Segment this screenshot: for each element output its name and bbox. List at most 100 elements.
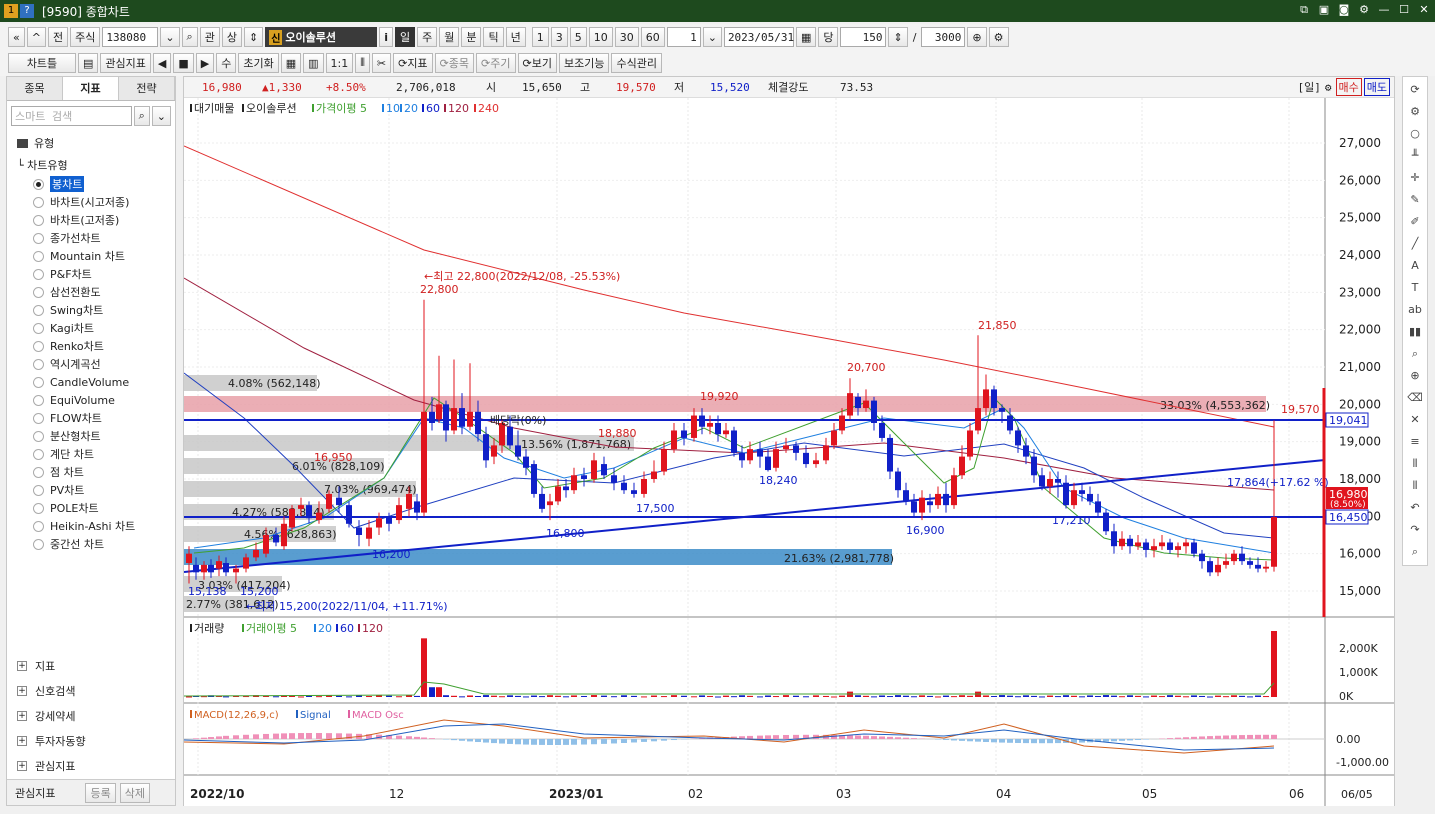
delete-icon[interactable]: ✕ (1407, 411, 1423, 429)
link-icon[interactable]: ⧉ (1297, 3, 1311, 17)
interval-60[interactable]: 60 (640, 27, 665, 47)
undo-icon[interactable]: ↶ (1407, 499, 1423, 517)
first-button[interactable]: « (8, 27, 25, 47)
save-icon[interactable]: ▣ (1317, 3, 1331, 17)
gear-icon[interactable]: ⚙ (988, 27, 1009, 47)
prev-stock-button[interactable]: 전 (47, 27, 69, 47)
chart-type-item[interactable]: PV차트 (7, 481, 175, 499)
group-strength[interactable]: + 강세약세 (7, 703, 175, 728)
save-chart-icon[interactable]: ▤ (78, 53, 99, 73)
delete-button[interactable]: 삭제 (119, 782, 150, 803)
group-interest[interactable]: + 관심지표 (7, 753, 175, 778)
market-button[interactable]: 주식 (70, 27, 101, 47)
chart-type-item[interactable]: 역시계곡선 (7, 355, 175, 373)
close-icon[interactable]: ✕ (1417, 3, 1431, 17)
type-header[interactable]: 유형 (7, 131, 175, 155)
play-prev-icon[interactable]: ◀ (152, 53, 172, 73)
expand-icon[interactable]: ⌄ (151, 106, 171, 126)
pen-icon[interactable]: ✐ (1407, 213, 1423, 231)
period-tick[interactable]: 틱 (483, 27, 504, 47)
group-signal[interactable]: + 신호검색 (7, 678, 175, 703)
pencil-icon[interactable]: ✎ (1407, 191, 1423, 209)
aux-function-button[interactable]: 보조기능 (558, 53, 610, 73)
chart-type-item[interactable]: 분산형차트 (7, 427, 175, 445)
search-icon[interactable]: ⌕ (181, 27, 198, 47)
chart-icon[interactable]: ╨ (1407, 147, 1423, 165)
vbars-icon[interactable]: ⦀ (1407, 455, 1423, 473)
count-spin-icon[interactable]: ⇕ (888, 27, 908, 47)
interval-input[interactable]: 1 (666, 27, 701, 47)
search-icon[interactable]: ⌕ (133, 106, 150, 126)
chart-type-item[interactable]: CandleVolume (7, 373, 175, 391)
interval-3[interactable]: 3 (550, 27, 568, 47)
count-input[interactable]: 150 (840, 27, 887, 47)
period-minute[interactable]: 분 (461, 27, 482, 47)
period-button[interactable]: ⟳ 주기 (476, 53, 516, 73)
chart-type-item[interactable]: FLOW차트 (7, 409, 175, 427)
zoom-in-icon[interactable]: ⊕ (1407, 367, 1423, 385)
chart-type-item[interactable]: 계단 차트 (7, 445, 175, 463)
chart-type-item[interactable]: 점 차트 (7, 463, 175, 481)
register-button[interactable]: 등록 (85, 782, 116, 803)
stock-name-box[interactable]: 신 오이솔루션 (265, 27, 378, 47)
interval-5[interactable]: 5 (569, 27, 587, 47)
sell-button[interactable]: 매도 (1363, 78, 1390, 96)
group-indicator[interactable]: + 지표 (7, 653, 175, 678)
prev-button[interactable]: ^ (26, 27, 46, 47)
code-dropdown-icon[interactable]: ⌄ (160, 27, 180, 47)
chart-type-header[interactable]: └ 차트유형 (7, 155, 175, 175)
interval-30[interactable]: 30 (614, 27, 639, 47)
buy-button[interactable]: 매수 (1335, 78, 1362, 96)
settings-icon[interactable]: ⚙ (1357, 3, 1371, 17)
capture-icon[interactable]: ◙ (1337, 3, 1351, 17)
chart-type-item[interactable]: POLE차트 (7, 499, 175, 517)
auto-icon[interactable]: A (1407, 257, 1423, 275)
maximize-icon[interactable]: ☐ (1397, 3, 1411, 17)
chart-area[interactable]: 16,980 ▲1,330 +8.50% 2,706,018 시 15,650 … (183, 76, 1395, 806)
tab-stock[interactable]: 종목 (7, 77, 63, 100)
group-investor[interactable]: + 투자자동향 (7, 728, 175, 753)
chart-settings-icon[interactable]: ⚙ (1325, 81, 1332, 94)
gear-icon[interactable]: ⚙ (1407, 103, 1423, 121)
related-button[interactable]: 관 (199, 27, 220, 47)
grid-icon[interactable]: ▦ (280, 53, 302, 73)
calendar-icon[interactable]: ▦ (795, 27, 817, 47)
cross-icon[interactable]: ✛ (1407, 169, 1423, 187)
period-week[interactable]: 주 (417, 27, 438, 47)
play-stop-icon[interactable]: ■ (173, 53, 194, 73)
chart-type-item[interactable]: 중간선 차트 (7, 535, 175, 553)
chart-type-item[interactable]: 삼선전환도 (7, 283, 175, 301)
tab-strategy[interactable]: 전략 (119, 77, 175, 100)
period-year[interactable]: 년 (505, 27, 526, 47)
stock-code-input[interactable]: 138080 (102, 27, 159, 47)
chart-type-item[interactable]: Mountain 차트 (7, 247, 175, 265)
interval-dropdown-icon[interactable]: ⌄ (702, 27, 722, 47)
play-next-icon[interactable]: ▶ (195, 53, 215, 73)
chart-type-item[interactable]: 바차트(시고저종) (7, 193, 175, 211)
help-icon[interactable]: ? (20, 4, 34, 18)
tab-indicator[interactable]: 지표 (63, 77, 119, 100)
chart-type-item[interactable]: Renko차트 (7, 337, 175, 355)
vbars2-icon[interactable]: ⦀ (1407, 477, 1423, 495)
circle-icon[interactable]: ○ (1407, 125, 1423, 143)
chart-canvas[interactable]: 2022/10 12 2023/01 02 03 04 05 06 06/05 27,000 26,… (184, 98, 1394, 806)
chart-type-item[interactable]: P&F차트 (7, 265, 175, 283)
date-input[interactable]: 2023/05/31 (723, 27, 794, 47)
interval-1[interactable]: 1 (531, 27, 549, 47)
scissor-icon[interactable]: ✂ (371, 53, 392, 73)
eraser-icon[interactable]: ⌫ (1407, 389, 1423, 407)
redo-icon[interactable]: ↷ (1407, 521, 1423, 539)
chart-type-item[interactable]: Heikin-Ashi 차트 (7, 517, 175, 535)
search-icon[interactable]: ⌕ (1407, 543, 1423, 561)
zoom-icon[interactable]: ⊕ (967, 27, 987, 47)
menu-icon[interactable]: 1 (4, 4, 18, 18)
layout-icon[interactable]: ▥ (303, 53, 324, 73)
reset-button[interactable]: 초기화 (238, 53, 279, 73)
refresh-icon[interactable]: ⟳ (1407, 81, 1423, 99)
bars-icon[interactable]: ▮▮ (1407, 323, 1423, 341)
period-day[interactable]: 일 (394, 27, 416, 47)
info-button[interactable]: i (379, 27, 393, 47)
chart-type-item[interactable]: 종가선차트 (7, 229, 175, 247)
chart-type-item[interactable]: Kagi차트 (7, 319, 175, 337)
spin-icon[interactable]: ⇕ (243, 27, 264, 47)
